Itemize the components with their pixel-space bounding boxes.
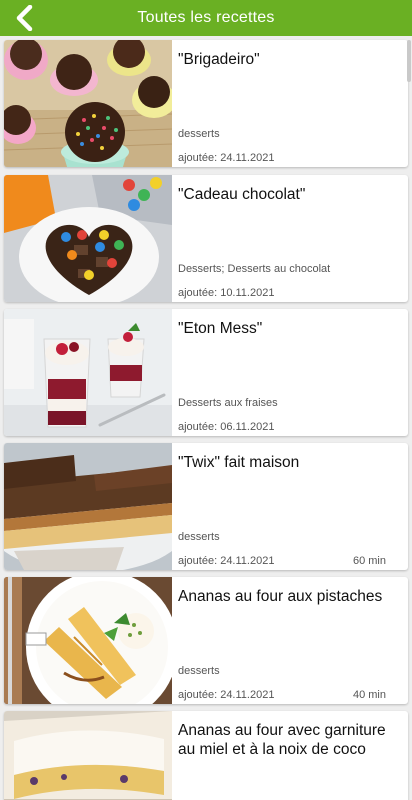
- page-title: Toutes les recettes: [137, 9, 275, 26]
- recipe-title: "Cadeau chocolat": [178, 186, 306, 203]
- recipe-thumbnail: [4, 577, 172, 704]
- recipe-info: "Eton Mess" Desserts aux fraises ajoutée…: [178, 309, 400, 436]
- recipe-thumbnail: [4, 443, 172, 570]
- recipe-duration: 60 min: [352, 555, 386, 567]
- recipe-date: ajoutée: 24.11.2021: [178, 555, 275, 567]
- recipe-category: desserts: [178, 531, 220, 543]
- recipe-thumbnail: [4, 711, 172, 800]
- recipe-card[interactable]: Ananas au four aux pistaches desserts aj…: [4, 577, 408, 704]
- recipe-date: ajoutée: 24.11.2021: [178, 689, 275, 701]
- recipe-info: Ananas au four aux pistaches desserts aj…: [178, 577, 400, 704]
- app-bar: Toutes les recettes: [0, 0, 412, 36]
- recipe-title: "Twix" fait maison: [178, 454, 300, 471]
- recipe-card[interactable]: "Twix" fait maison desserts ajoutée: 24.…: [4, 443, 408, 570]
- recipe-title: "Eton Mess": [178, 320, 263, 337]
- recipe-list[interactable]: "Brigadeiro" desserts ajoutée: 24.11.202…: [0, 36, 412, 800]
- recipe-card[interactable]: "Eton Mess" Desserts aux fraises ajoutée…: [4, 309, 408, 436]
- recipe-duration: 40 min: [352, 689, 386, 701]
- recipe-date: ajoutée: 24.11.2021: [178, 152, 275, 164]
- recipe-card[interactable]: "Brigadeiro" desserts ajoutée: 24.11.202…: [4, 40, 408, 167]
- recipe-title: Ananas au four aux pistaches: [178, 588, 383, 605]
- recipe-category: desserts: [178, 128, 220, 140]
- recipe-category: Desserts; Desserts au chocolat: [178, 263, 331, 275]
- recipe-thumbnail: [4, 40, 172, 167]
- recipe-title: Ananas au four avec garniture au miel et…: [178, 722, 386, 758]
- recipe-card[interactable]: Ananas au four avec garniture au miel et…: [4, 711, 408, 800]
- recipe-category: desserts: [178, 665, 220, 677]
- recipe-category: Desserts aux fraises: [178, 397, 278, 409]
- recipe-date: ajoutée: 10.11.2021: [178, 287, 275, 299]
- recipe-info: "Brigadeiro" desserts ajoutée: 24.11.202…: [178, 40, 400, 167]
- chevron-left-icon: [16, 5, 33, 31]
- recipe-info: "Twix" fait maison desserts ajoutée: 24.…: [178, 443, 400, 570]
- scrollbar[interactable]: [407, 40, 411, 82]
- recipe-card[interactable]: "Cadeau chocolat" Desserts; Desserts au …: [4, 175, 408, 302]
- recipe-info: Ananas au four avec garniture au miel et…: [178, 711, 400, 800]
- recipe-thumbnail: [4, 175, 172, 302]
- recipe-title: "Brigadeiro": [178, 51, 260, 68]
- back-button[interactable]: [10, 4, 40, 32]
- recipe-info: "Cadeau chocolat" Desserts; Desserts au …: [178, 175, 400, 302]
- recipe-thumbnail: [4, 309, 172, 436]
- recipe-date: ajoutée: 06.11.2021: [178, 421, 275, 433]
